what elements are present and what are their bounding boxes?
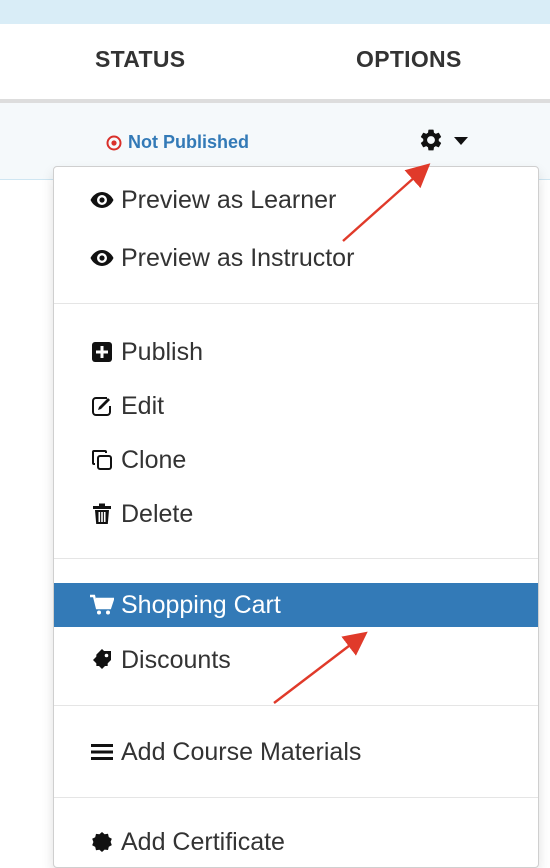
menu-item-label: Edit xyxy=(121,391,165,420)
target-icon xyxy=(106,135,122,151)
trash-icon xyxy=(90,502,114,526)
menu-divider xyxy=(54,303,538,304)
menu-item-preview-learner[interactable]: Preview as Learner xyxy=(54,181,538,219)
status-text: Not Published xyxy=(128,132,249,152)
eye-icon xyxy=(90,246,114,270)
menu-item-discounts[interactable]: Discounts xyxy=(54,641,538,679)
menu-item-add-course-materials[interactable]: Add Course Materials xyxy=(54,733,538,771)
menu-divider xyxy=(54,797,538,798)
plus-square-icon xyxy=(90,340,114,364)
status-column-header: STATUS xyxy=(95,46,186,72)
menu-item-label: Preview as Learner xyxy=(121,185,337,214)
menu-item-publish[interactable]: Publish xyxy=(54,333,538,371)
gear-icon[interactable] xyxy=(418,127,444,153)
menu-item-label: Clone xyxy=(121,445,187,474)
status-badge: Not Published xyxy=(106,132,249,153)
clone-icon xyxy=(90,448,114,472)
options-dropdown-menu: Preview as Learner Preview as Instructor… xyxy=(53,166,539,868)
menu-item-shopping-cart[interactable]: Shopping Cart xyxy=(54,583,538,627)
menu-divider xyxy=(54,705,538,706)
menu-item-label: Publish xyxy=(121,337,203,366)
top-stripe xyxy=(0,0,550,24)
eye-icon xyxy=(90,188,114,212)
menu-item-label: Delete xyxy=(121,499,194,528)
menu-item-edit[interactable]: Edit xyxy=(54,387,538,425)
certificate-icon xyxy=(90,830,114,854)
menu-item-preview-instructor[interactable]: Preview as Instructor xyxy=(54,239,538,277)
tag-icon xyxy=(90,648,114,672)
bars-icon xyxy=(90,740,114,764)
table-header-row: STATUS OPTIONS xyxy=(0,24,550,100)
menu-item-label: Discounts xyxy=(121,645,231,674)
menu-divider xyxy=(54,558,538,559)
edit-icon xyxy=(90,394,114,418)
options-column-header: OPTIONS xyxy=(356,46,462,72)
menu-item-add-certificate[interactable]: Add Certificate xyxy=(54,823,538,861)
caret-down-icon[interactable] xyxy=(454,137,468,145)
menu-item-label: Add Course Materials xyxy=(121,737,362,766)
cart-icon xyxy=(90,593,114,617)
menu-item-clone[interactable]: Clone xyxy=(54,441,538,479)
menu-item-label: Add Certificate xyxy=(121,827,285,856)
menu-item-delete[interactable]: Delete xyxy=(54,495,538,533)
options-dropdown-toggle[interactable] xyxy=(418,127,468,153)
menu-item-label: Preview as Instructor xyxy=(121,243,355,272)
menu-item-label: Shopping Cart xyxy=(121,590,281,619)
